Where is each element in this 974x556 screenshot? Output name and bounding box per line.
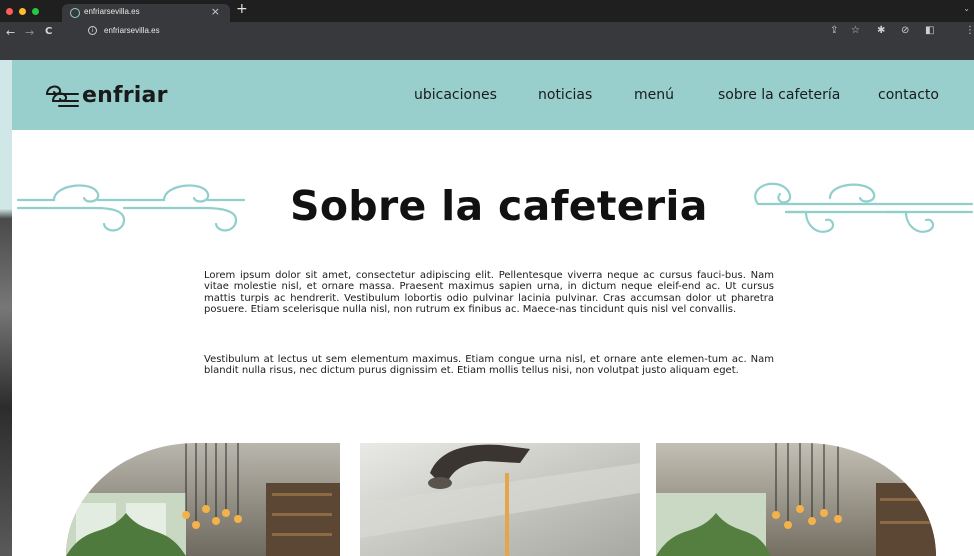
browser-tab[interactable]: enfriarsevilla.es × (62, 4, 230, 22)
brand-name: enfriar (82, 82, 168, 108)
cafe-interior-photo-right (656, 443, 936, 556)
about-paragraph-2: Vestibulum at lectus ut sem elementum ma… (204, 354, 774, 377)
cafe-interior-photo-left (66, 443, 340, 556)
bookmark-star-icon[interactable]: ☆ (851, 25, 860, 36)
about-paragraph-1: Lorem ipsum dolor sit amet, consectetur … (204, 270, 774, 315)
reload-button[interactable]: C (45, 26, 52, 37)
new-tab-button[interactable]: + (236, 1, 248, 17)
swirl-logo-icon (46, 85, 79, 107)
extensions-puzzle-icon[interactable]: ✱ (877, 25, 885, 36)
page-title: Sobre la cafeteria (290, 182, 708, 230)
left-wave-ornament-icon (16, 184, 246, 232)
tab-search-chevron-icon[interactable]: ⌄ (963, 4, 970, 13)
desktop-background (0, 60, 12, 556)
tab-close-icon[interactable]: × (211, 5, 220, 18)
media-control-icon[interactable]: ⊘ (901, 25, 909, 36)
url-text: enfriarsevilla.es (104, 26, 160, 35)
nav-link-noticias[interactable]: noticias (538, 87, 592, 103)
right-wave-ornament-icon (754, 182, 974, 233)
maximize-window-button[interactable] (32, 8, 39, 15)
site-header: enfriar ubicaciones noticias menú sobre … (12, 60, 974, 130)
espresso-machine-photo (360, 443, 640, 556)
brand-logo[interactable]: enfriar (44, 78, 168, 112)
nav-link-sobre-la-cafeteria[interactable]: sobre la cafetería (718, 87, 840, 103)
browser-menu-icon[interactable]: ⋮ (965, 25, 974, 36)
back-button[interactable]: ← (6, 26, 15, 39)
tab-title: enfriarsevilla.es (84, 7, 140, 16)
site-favicon-icon (70, 8, 80, 18)
nav-link-contacto[interactable]: contacto (878, 87, 939, 103)
close-window-button[interactable] (6, 8, 13, 15)
browser-toolbar: ← → C i enfriarsevilla.es ⇪ ☆ ✱ ⊘ ◧ ⋮ (0, 22, 974, 60)
browser-tab-bar: enfriarsevilla.es × + ⌄ (0, 0, 974, 22)
forward-button[interactable]: → (25, 26, 34, 39)
share-icon[interactable]: ⇪ (830, 25, 838, 36)
side-panel-icon[interactable]: ◧ (925, 25, 934, 36)
minimize-window-button[interactable] (19, 8, 26, 15)
address-bar[interactable]: i enfriarsevilla.es (80, 25, 960, 39)
nav-link-menu[interactable]: menú (634, 87, 674, 103)
site-info-icon[interactable]: i (88, 26, 97, 35)
nav-link-ubicaciones[interactable]: ubicaciones (414, 87, 497, 103)
